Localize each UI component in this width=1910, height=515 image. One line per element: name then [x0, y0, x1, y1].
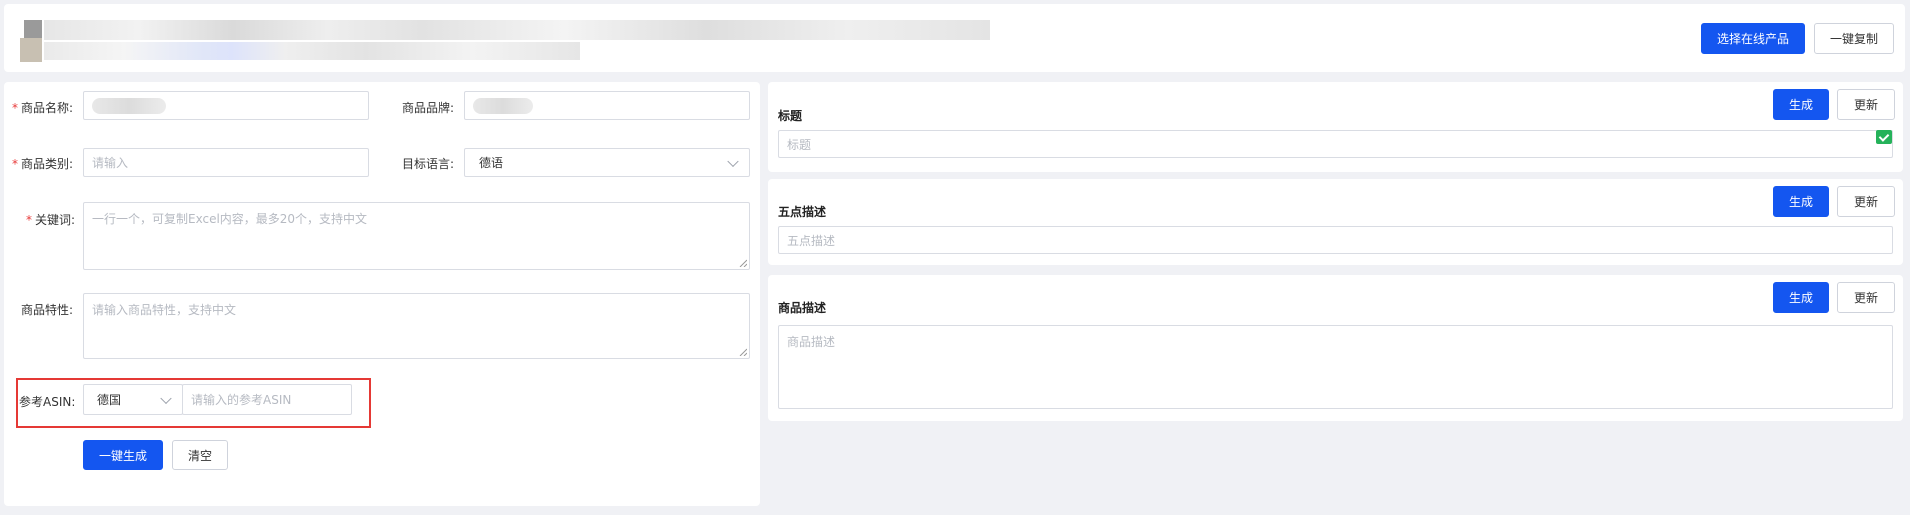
description-textarea[interactable]: 商品描述	[778, 325, 1893, 409]
resize-handle-icon[interactable]	[739, 348, 747, 356]
resize-handle-icon[interactable]	[739, 259, 747, 267]
target-language-label: 目标语言:	[402, 157, 455, 171]
copy-all-button[interactable]: 一键复制	[1814, 23, 1894, 54]
checkmark-icon	[1876, 130, 1892, 144]
keywords-label: * 关键词:	[26, 213, 76, 227]
product-category-input[interactable]: 请输入	[83, 148, 369, 177]
product-brand-label: 商品品牌:	[402, 101, 455, 115]
product-features-label: 商品特性:	[21, 303, 74, 317]
blurred-product-header	[20, 20, 990, 64]
blurred-product-name	[92, 97, 166, 114]
chevron-down-icon	[160, 392, 172, 404]
title-input[interactable]: 标题	[778, 130, 1893, 158]
update-title-button[interactable]: 更新	[1837, 89, 1895, 120]
title-card: 标题 生成 更新 标题	[768, 82, 1903, 172]
bullet-points-heading: 五点描述	[778, 205, 827, 219]
product-form-panel: * 商品名称: 商品品牌: * 商品类别: 请输入 目标语言: 德语 * 关键词: 一…	[4, 82, 760, 506]
generate-title-button[interactable]: 生成	[1773, 89, 1829, 120]
chevron-down-icon	[727, 155, 739, 167]
product-features-textarea[interactable]: 请输入商品特性，支持中文	[83, 293, 750, 359]
product-category-label: * 商品类别:	[12, 157, 74, 171]
bullet-points-card: 五点描述 生成 更新 五点描述	[768, 179, 1903, 265]
description-heading: 商品描述	[778, 301, 827, 315]
bullet-points-input[interactable]: 五点描述	[778, 226, 1893, 254]
description-card: 商品描述 生成 更新 商品描述	[768, 275, 1903, 421]
product-brand-input[interactable]	[464, 91, 750, 120]
generate-description-button[interactable]: 生成	[1773, 282, 1829, 313]
title-heading: 标题	[778, 109, 803, 123]
generate-all-button[interactable]: 一键生成	[83, 440, 163, 470]
reference-asin-input[interactable]: 请输入的参考ASIN	[182, 384, 352, 415]
target-language-select[interactable]: 德语	[464, 148, 750, 177]
asin-country-select[interactable]: 德国	[83, 384, 183, 415]
top-bar: 选择在线产品 一键复制	[4, 4, 1905, 72]
keywords-textarea[interactable]: 一行一个，可复制Excel内容，最多20个，支持中文	[83, 202, 750, 270]
product-name-label: * 商品名称:	[12, 101, 74, 115]
generate-bullets-button[interactable]: 生成	[1773, 186, 1829, 217]
update-bullets-button[interactable]: 更新	[1837, 186, 1895, 217]
product-name-input[interactable]	[83, 91, 369, 120]
reference-asin-label: 参考ASIN:	[19, 395, 76, 409]
blurred-product-brand	[473, 97, 533, 114]
select-online-product-button[interactable]: 选择在线产品	[1701, 23, 1805, 54]
clear-button[interactable]: 清空	[172, 440, 228, 470]
update-description-button[interactable]: 更新	[1837, 282, 1895, 313]
